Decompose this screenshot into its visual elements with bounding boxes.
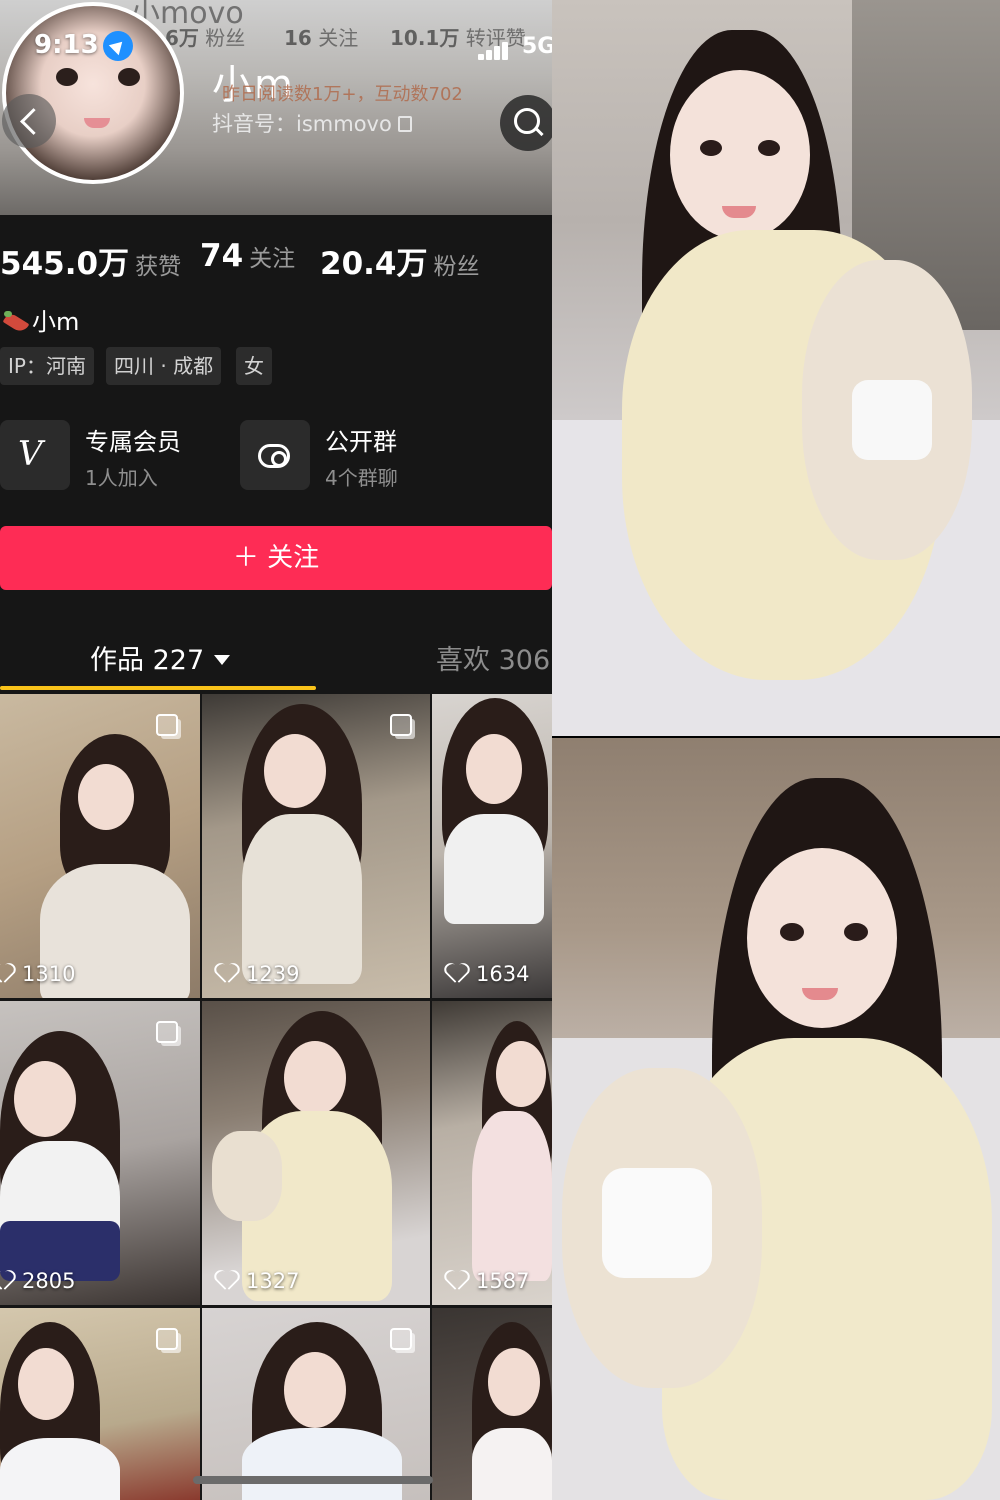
video-thumbnail[interactable] — [202, 1308, 430, 1500]
tag-ip: IP：河南 — [0, 347, 94, 385]
group-chat-sub: 4个群聊 — [325, 466, 398, 490]
profile-panel: 小movo 6万 粉丝 16 关注 10.1万 转评赞 9:13 5G 小m 昨… — [0, 0, 552, 1500]
bio: 小m — [2, 302, 79, 337]
douyin-id[interactable]: 抖音号：ismmovo — [212, 108, 412, 138]
photo-bottom — [552, 738, 1000, 1500]
tag-gender: 女 — [236, 347, 272, 385]
like-count: 1239 — [216, 962, 299, 986]
caret-down-icon — [214, 655, 231, 665]
tag-location: 四川 · 成都 — [106, 347, 222, 385]
like-count: 1634 — [446, 962, 529, 986]
like-count: 1310 — [0, 962, 75, 986]
tab-indicator — [0, 686, 316, 690]
multi-image-icon — [156, 714, 178, 736]
multi-image-icon — [156, 1021, 178, 1043]
heart-icon — [446, 964, 468, 984]
like-count: 1587 — [446, 1269, 529, 1293]
search-button[interactable] — [500, 95, 552, 151]
video-thumbnail[interactable]: 1239 — [202, 694, 430, 998]
pepper-icon — [2, 311, 32, 333]
header-fans: 6万 粉丝 — [165, 26, 246, 50]
group-chat-title: 公开群 — [325, 428, 397, 456]
heart-icon — [216, 964, 238, 984]
copy-icon[interactable] — [397, 116, 412, 132]
status-time: 9:13 — [34, 30, 99, 60]
home-indicator — [193, 1476, 433, 1484]
profile-stats: 545.0万 获赞 74 关注 20.4万 粉丝 — [0, 238, 552, 288]
video-thumbnail[interactable]: 1587 — [432, 1001, 552, 1305]
tab-works[interactable]: 作品 227 — [90, 638, 231, 677]
membership-title: 专属会员 — [85, 428, 181, 456]
heart-icon — [0, 964, 14, 984]
multi-image-icon — [390, 714, 412, 736]
photo-top — [552, 0, 1000, 736]
stat-fans[interactable]: 20.4万 粉丝 — [320, 238, 480, 283]
follow-button[interactable]: ＋ 关注 — [0, 526, 552, 590]
video-thumbnail[interactable] — [0, 1308, 200, 1500]
video-thumbnail[interactable]: 1327 — [202, 1001, 430, 1305]
like-count: 1327 — [216, 1269, 299, 1293]
feature-group-chat[interactable]: 公开群 4个群聊 — [240, 418, 460, 492]
network-label: 5G — [522, 34, 552, 59]
back-button[interactable] — [2, 94, 56, 148]
group-chat-icon — [240, 420, 310, 490]
vip-v-icon: V — [0, 420, 70, 490]
membership-sub: 1人加入 — [85, 466, 158, 490]
heart-icon — [216, 1271, 238, 1291]
stat-following[interactable]: 74 关注 — [200, 238, 295, 274]
heart-icon — [0, 1271, 14, 1291]
reads-summary: 昨日阅读数1万+，互动数702 — [222, 84, 463, 105]
profile-header: 小movo 6万 粉丝 16 关注 10.1万 转评赞 9:13 5G 小m 昨… — [0, 0, 552, 215]
tab-likes[interactable]: 喜欢 306 — [436, 638, 550, 677]
like-count: 2805 — [0, 1269, 75, 1293]
header-following: 16 关注 — [284, 26, 359, 50]
location-arrow-icon — [103, 31, 133, 61]
video-thumbnail[interactable]: 2805 — [0, 1001, 200, 1305]
multi-image-icon — [390, 1328, 412, 1350]
multi-image-icon — [156, 1328, 178, 1350]
stat-likes[interactable]: 545.0万 获赞 — [0, 238, 181, 283]
video-thumbnail[interactable] — [432, 1308, 552, 1500]
heart-icon — [446, 1271, 468, 1291]
video-thumbnail[interactable]: 1310 — [0, 694, 200, 998]
feature-membership[interactable]: V 专属会员 1人加入 — [0, 418, 220, 492]
video-thumbnail[interactable]: 1634 — [432, 694, 552, 998]
signal-icon — [478, 40, 512, 60]
